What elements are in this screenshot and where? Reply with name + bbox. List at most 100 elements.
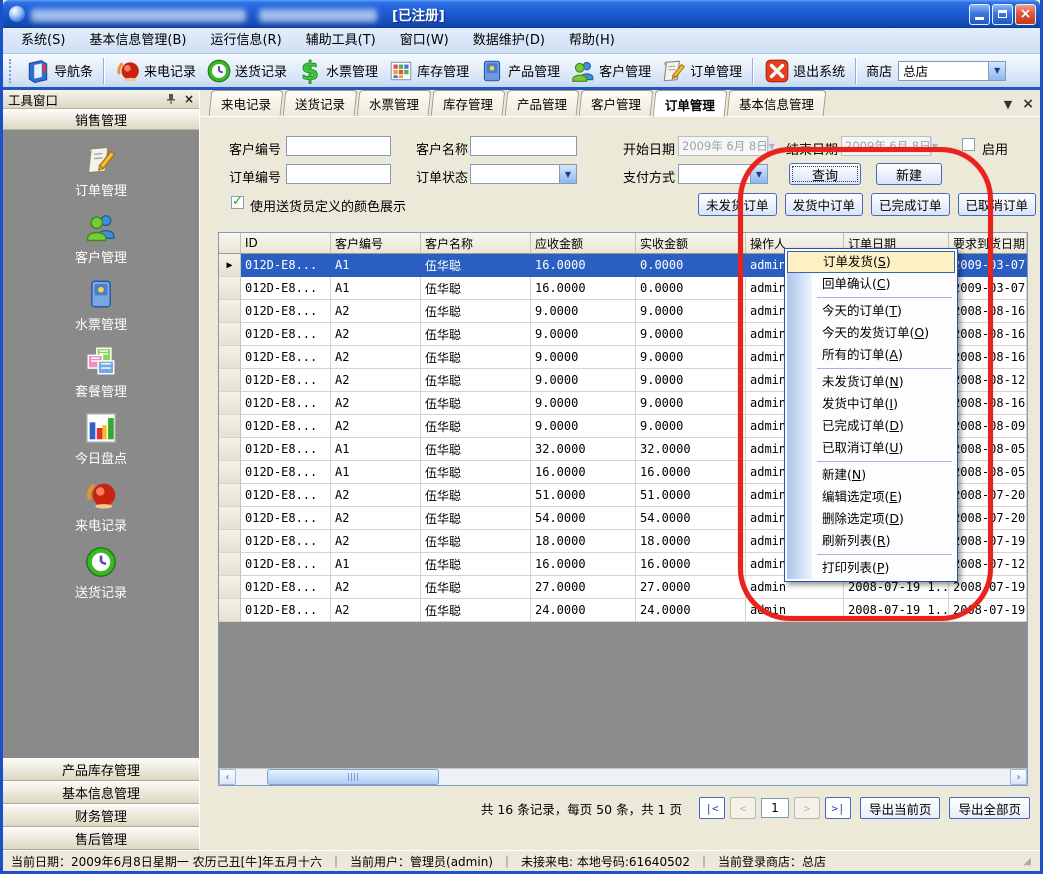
order-status-select[interactable]: ▼ <box>470 164 577 184</box>
scrollbar-thumb[interactable] <box>267 769 439 785</box>
scroll-right-icon[interactable]: › <box>1010 769 1027 785</box>
customer-name-input[interactable] <box>470 136 577 156</box>
sidebar-item-delivery-clock[interactable]: 送货记录 <box>41 545 161 612</box>
minimize-button[interactable] <box>969 4 990 25</box>
scroll-left-icon[interactable]: ‹ <box>219 769 236 785</box>
export-current-page-button[interactable]: 导出当前页 <box>860 797 941 819</box>
sidebar-item-package-grid[interactable]: 套餐管理 <box>41 344 161 411</box>
menubar-item[interactable]: 帮助(H) <box>557 28 627 53</box>
new-button[interactable]: 新建 <box>876 163 942 185</box>
context-menu-item[interactable]: 订单发货(S) <box>787 251 955 273</box>
context-menu-item[interactable]: 未发货订单(N) <box>787 371 955 393</box>
maximize-button[interactable] <box>992 4 1013 25</box>
prev-page-button[interactable]: < <box>730 797 756 819</box>
page-number-input[interactable] <box>761 798 789 818</box>
horizontal-scrollbar[interactable]: ‹› <box>219 768 1027 785</box>
column-header[interactable]: 应收金额 <box>531 233 636 253</box>
tab-订单管理[interactable]: 订单管理 <box>653 90 728 117</box>
context-menu-item[interactable]: 今天的发货订单(O) <box>787 322 955 344</box>
context-menu-item[interactable]: 回单确认(C) <box>787 273 955 295</box>
context-menu-item[interactable]: 编辑选定项(E) <box>787 486 955 508</box>
tab-close-icon[interactable]: × <box>1022 96 1034 112</box>
order-filter-button[interactable]: 发货中订单 <box>785 193 864 216</box>
sidebar-item-order-scroll[interactable]: 订单管理 <box>41 143 161 210</box>
pay-method-select[interactable]: ▼ <box>678 164 768 184</box>
context-menu-item[interactable]: 打印列表(P) <box>787 557 955 579</box>
column-header[interactable]: 实收金额 <box>636 233 746 253</box>
toolbar-button[interactable]: 库存管理 <box>383 56 474 86</box>
sidebar-section-bar[interactable]: 财务管理 <box>3 804 199 827</box>
customer-no-input[interactable] <box>286 136 391 156</box>
tab-客户管理[interactable]: 客户管理 <box>579 90 654 116</box>
column-header[interactable]: 客户编号 <box>331 233 421 253</box>
order-no-input[interactable] <box>286 164 391 184</box>
context-menu-item[interactable]: 今天的订单(T) <box>787 300 955 322</box>
row-header-cell <box>219 553 241 576</box>
table-row[interactable]: 012D-E8...A2伍华聪24.000024.0000admin2008-0… <box>219 599 1027 622</box>
context-menu-item[interactable]: 发货中订单(I) <box>787 393 955 415</box>
last-page-button[interactable]: >| <box>825 797 851 819</box>
order-filter-button[interactable]: 未发货订单 <box>698 193 777 216</box>
resize-grip[interactable]: ◢ <box>1023 856 1032 867</box>
column-header[interactable]: 客户名称 <box>421 233 531 253</box>
tab-来电记录[interactable]: 来电记录 <box>209 90 284 116</box>
menubar-item[interactable]: 窗口(W) <box>388 28 461 53</box>
menubar-item[interactable]: 系统(S) <box>9 28 77 53</box>
export-all-pages-button[interactable]: 导出全部页 <box>949 797 1030 819</box>
end-date-picker[interactable]: 2009年 6月 8日▼ <box>841 136 931 156</box>
menubar-item[interactable]: 基本信息管理(B) <box>77 28 198 53</box>
tab-水票管理[interactable]: 水票管理 <box>357 90 432 116</box>
toolbar-button[interactable]: $水票管理 <box>292 56 383 86</box>
column-header[interactable]: 要求到货日期 <box>949 233 1027 253</box>
shop-select[interactable]: 总店▼ <box>898 61 1006 81</box>
tab-tools: ▼× <box>1004 96 1034 116</box>
tab-基本信息管理[interactable]: 基本信息管理 <box>727 90 827 116</box>
context-menu-item[interactable]: 新建(N) <box>787 464 955 486</box>
toolbar-button[interactable]: 退出系统 <box>759 56 850 86</box>
next-page-button[interactable]: > <box>794 797 820 819</box>
first-page-button[interactable]: |< <box>699 797 725 819</box>
sidebar-section-bar[interactable]: 产品库存管理 <box>3 758 199 781</box>
sidebar-item-water-ticket[interactable]: 水票管理 <box>41 277 161 344</box>
toolbar-button[interactable]: 产品管理 <box>474 56 565 86</box>
sidebar-item-call-bell[interactable]: 来电记录 <box>41 478 161 545</box>
toolbar-grip[interactable] <box>9 59 15 83</box>
tab-label: 产品管理 <box>517 94 567 113</box>
tab-库存管理[interactable]: 库存管理 <box>431 90 506 116</box>
toolbar-button[interactable]: 导航条 <box>20 56 98 86</box>
toolbar-button[interactable]: 送货记录 <box>201 56 292 86</box>
order-filter-button[interactable]: 已取消订单 <box>958 193 1037 216</box>
sidebar-section-sales[interactable]: 销售管理 <box>3 109 199 130</box>
context-menu-item[interactable]: 删除选定项(D) <box>787 508 955 530</box>
pin-icon[interactable] <box>166 93 176 106</box>
delivery-color-checkbox[interactable] <box>231 195 244 210</box>
menubar-item[interactable]: 数据维护(D) <box>461 28 557 53</box>
toolbar-button[interactable]: 来电记录 <box>110 56 201 86</box>
start-date-picker[interactable]: 2009年 6月 8日▼ <box>678 136 768 156</box>
tab-送货记录[interactable]: 送货记录 <box>283 90 358 116</box>
context-menu-item[interactable]: 已完成订单(D) <box>787 415 955 437</box>
tab-scroll-down-icon[interactable]: ▼ <box>1004 98 1012 111</box>
sidebar-item-customers[interactable]: 客户管理 <box>41 210 161 277</box>
context-menu-item[interactable]: 所有的订单(A) <box>787 344 955 366</box>
sidebar-section-bar[interactable]: 售后管理 <box>3 827 199 850</box>
column-header[interactable]: ID <box>241 233 331 253</box>
call-bell-icon <box>84 478 118 512</box>
context-menu-item[interactable]: 刷新列表(R) <box>787 530 955 552</box>
toolbar-button[interactable]: 客户管理 <box>565 56 656 86</box>
context-menu-item[interactable]: 已取消订单(U) <box>787 437 955 459</box>
enable-checkbox[interactable] <box>962 137 975 152</box>
sidebar-close-icon[interactable]: × <box>184 93 194 105</box>
menubar-item[interactable]: 辅助工具(T) <box>294 28 388 53</box>
sidebar-item-chart[interactable]: 今日盘点 <box>41 411 161 478</box>
order-filter-button[interactable]: 已完成订单 <box>871 193 950 216</box>
menubar-item[interactable]: 运行信息(R) <box>198 28 293 53</box>
table-cell: A2 <box>331 576 421 599</box>
tab-产品管理[interactable]: 产品管理 <box>505 90 580 116</box>
sidebar-section-bar[interactable]: 基本信息管理 <box>3 781 199 804</box>
row-header-cell <box>219 415 241 438</box>
toolbar-button[interactable]: 订单管理 <box>656 56 747 86</box>
query-button[interactable]: 查询 <box>789 163 861 185</box>
close-button[interactable]: × <box>1015 4 1036 25</box>
table-cell: 012D-E8... <box>241 323 331 346</box>
